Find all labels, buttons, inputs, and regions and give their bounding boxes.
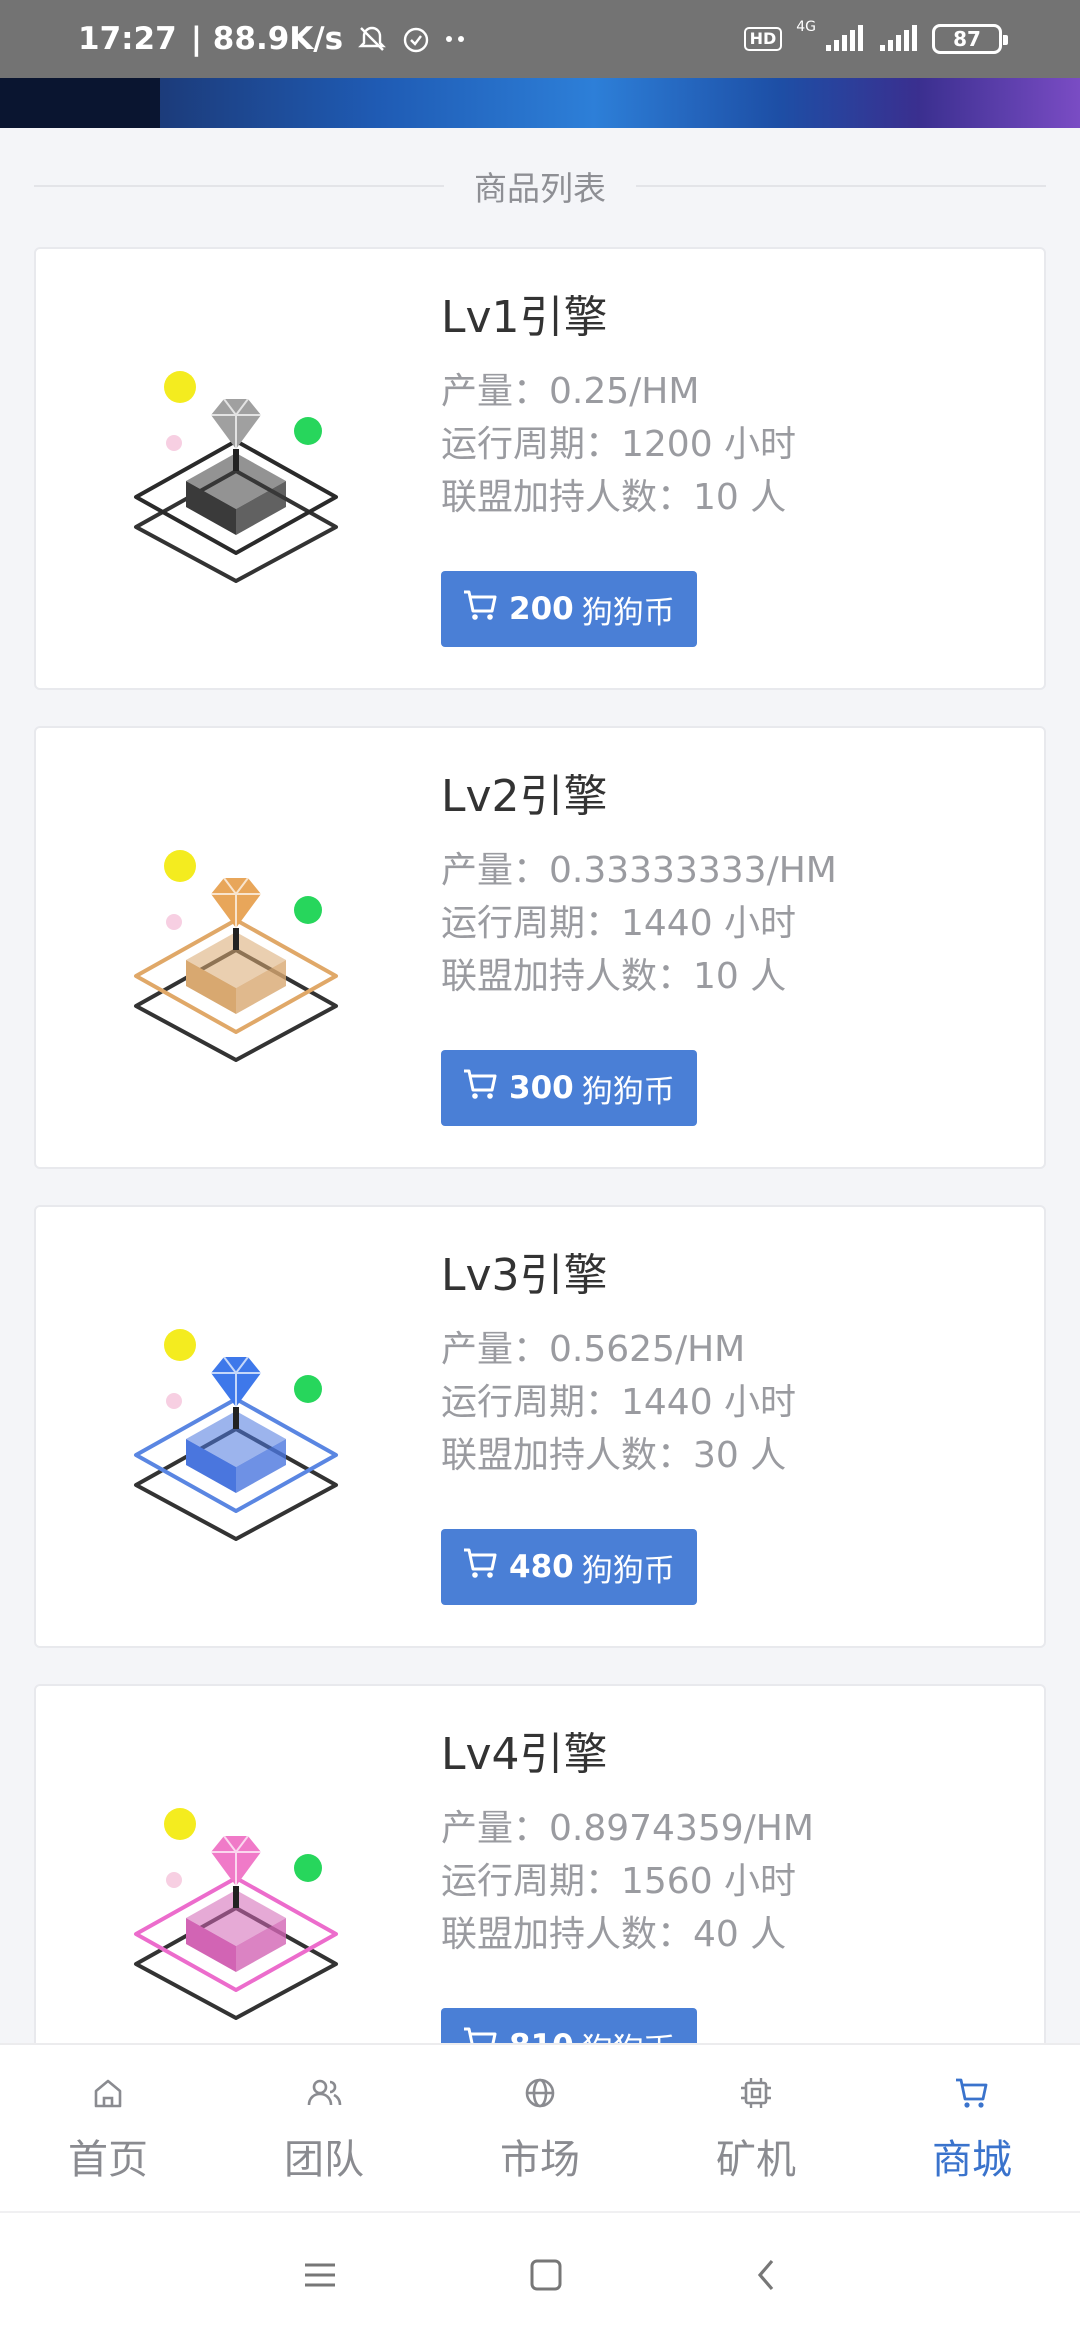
signal-icon [824,25,864,53]
home-square-icon[interactable] [528,2257,564,2297]
product-specs: 产量：0.33333333/HM 运行周期：1440 小时 联盟加持人数：10 … [441,844,837,1003]
banner-image[interactable] [0,78,1080,128]
buy-currency: 狗狗币 [581,1552,675,1589]
product-members: 联盟加持人数：40 人 [441,1914,787,1955]
engine-image [116,1786,356,2026]
home-icon [88,2073,128,2117]
green-dot [294,1854,322,1882]
bottom-nav: 首页 团队 市场 矿机 商城 [0,2043,1080,2211]
product-info: Lv1引擎 产量：0.25/HM 运行周期：1200 小时 联盟加持人数：10 … [441,291,796,524]
buy-currency: 狗狗币 [581,1073,675,1110]
green-dot [294,896,322,924]
buy-price: 200 [509,591,574,627]
product-specs: 产量：0.5625/HM 运行周期：1440 小时 联盟加持人数：30 人 [441,1323,796,1482]
divider [636,185,1046,187]
product-name: Lv3引擎 [441,1250,608,1301]
cart-icon [952,2073,992,2117]
divider [34,185,444,187]
product-output: 产量：0.25/HM [441,371,700,412]
pink-dot [166,435,182,451]
nav-item-home[interactable]: 首页 [0,2045,216,2211]
cart-icon [461,1064,501,1112]
product-name: Lv4引擎 [441,1729,608,1780]
product-name: Lv2引擎 [441,771,608,822]
alarm-icon [401,24,431,54]
mute-bell-icon [357,24,387,54]
buy-price: 300 [509,1070,574,1106]
status-right: HD 4G 87 [743,19,1008,54]
menu-icon[interactable] [302,2260,338,2294]
product-members: 联盟加持人数：30 人 [441,1435,787,1476]
section-header: 商品列表 [34,160,1046,212]
pink-dot [166,914,182,930]
nav-label: 市场 [500,2137,580,2183]
engine-image [116,828,356,1068]
status-net-speed: | 88.9K/s [190,21,344,57]
product-specs: 产量：0.25/HM 运行周期：1200 小时 联盟加持人数：10 人 [441,365,796,524]
product-specs: 产量：0.8974359/HM 运行周期：1560 小时 联盟加持人数：40 人 [441,1802,814,1961]
engine-image [116,349,356,589]
cart-icon [461,1543,501,1591]
battery-level: 87 [953,27,981,51]
product-name: Lv1引擎 [441,292,608,343]
more-dots-icon [445,34,467,44]
chip-icon [736,2073,776,2117]
buy-currency: 狗狗币 [581,594,675,631]
nav-item-market[interactable]: 市场 [432,2045,648,2211]
nav-label: 首页 [68,2137,148,2183]
product-output: 产量：0.8974359/HM [441,1808,814,1849]
status-left: 17:27 | 88.9K/s [78,21,467,57]
yellow-dot [164,850,196,882]
product-output: 产量：0.33333333/HM [441,850,837,891]
buy-button[interactable]: 480 狗狗币 [441,1529,697,1605]
product-output: 产量：0.5625/HM [441,1329,746,1370]
product-period: 运行周期：1560 小时 [441,1861,797,1902]
yellow-dot [164,1329,196,1361]
green-dot [294,1375,322,1403]
product-period: 运行周期：1440 小时 [441,1382,797,1423]
section-title: 商品列表 [474,169,606,208]
team-icon [304,2073,344,2117]
product-info: Lv3引擎 产量：0.5625/HM 运行周期：1440 小时 联盟加持人数：3… [441,1249,796,1482]
engine-image [116,1307,356,1547]
nav-item-team[interactable]: 团队 [216,2045,432,2211]
globe-icon [520,2073,560,2117]
signal-icon [878,25,918,53]
nav-label: 商城 [932,2137,1012,2183]
product-card[interactable]: Lv3引擎 产量：0.5625/HM 运行周期：1440 小时 联盟加持人数：3… [34,1205,1046,1648]
product-period: 运行周期：1440 小时 [441,903,797,944]
status-time: 17:27 [78,21,177,57]
product-members: 联盟加持人数：10 人 [441,956,787,997]
nav-label: 矿机 [716,2137,796,2183]
product-info: Lv4引擎 产量：0.8974359/HM 运行周期：1560 小时 联盟加持人… [441,1728,814,1961]
nav-label: 团队 [284,2137,364,2183]
product-info: Lv2引擎 产量：0.33333333/HM 运行周期：1440 小时 联盟加持… [441,770,837,1003]
nav-item-shop[interactable]: 商城 [864,2045,1080,2211]
buy-button[interactable]: 200 狗狗币 [441,571,697,647]
product-members: 联盟加持人数：10 人 [441,477,787,518]
status-bar: 17:27 | 88.9K/s HD 4G 87 [0,0,1080,78]
pink-dot [166,1393,182,1409]
system-nav-bar [0,2211,1080,2340]
pink-dot [166,1872,182,1888]
hd-badge: HD [743,27,783,51]
network-type-label: 4G [796,19,816,35]
product-card[interactable]: Lv1引擎 产量：0.25/HM 运行周期：1200 小时 联盟加持人数：10 … [34,247,1046,690]
buy-price: 480 [509,1549,574,1585]
nav-item-miner[interactable]: 矿机 [648,2045,864,2211]
buy-button[interactable]: 300 狗狗币 [441,1050,697,1126]
yellow-dot [164,1808,196,1840]
back-arrow-icon[interactable] [754,2257,778,2297]
product-card[interactable]: Lv2引擎 产量：0.33333333/HM 运行周期：1440 小时 联盟加持… [34,726,1046,1169]
cart-icon [461,585,501,633]
product-period: 运行周期：1200 小时 [441,424,797,465]
battery-icon: 87 [932,24,1008,54]
green-dot [294,417,322,445]
yellow-dot [164,371,196,403]
